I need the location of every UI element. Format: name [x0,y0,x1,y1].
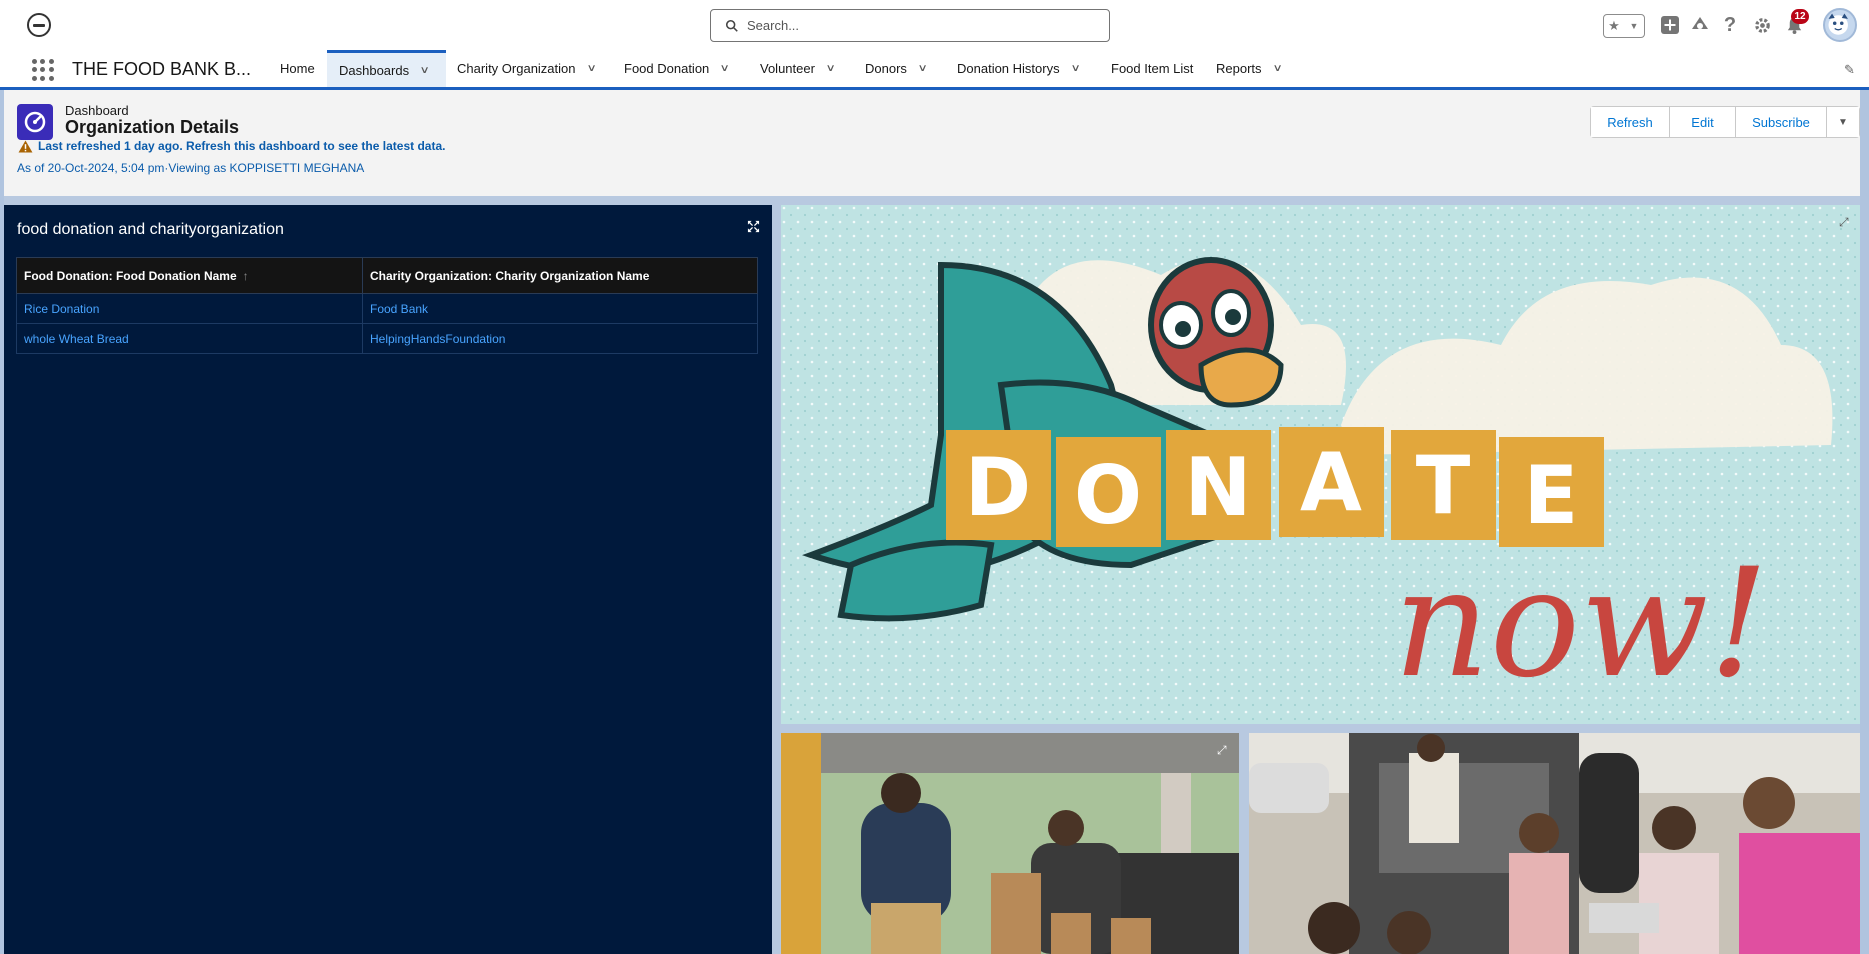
edit-nav-icon[interactable]: ✎ [1844,62,1855,78]
table-row: Rice Donation Food Bank [16,293,758,324]
report-table: Food Donation: Food Donation Name ↑ Chari… [16,257,758,354]
nav-item-home[interactable]: Home [268,50,327,87]
chevron-down-icon[interactable]: ∨ [917,63,927,74]
nav-item-label: Donors [865,61,907,76]
nav-item-label: Volunteer [760,61,815,76]
dashboard-icon [17,104,53,140]
chevron-down-icon[interactable]: ∨ [720,63,730,74]
donate-now-image: D O N A T E now! ⤢ [781,205,1860,724]
app-nav-bar: THE FOOD BANK B... Home Dashboards ∨ Char… [0,50,1869,90]
nav-item-volunteer[interactable]: Volunteer ∨ [748,50,846,87]
dashboard-header: Dashboard Organization Details Last refr… [4,90,1860,196]
refresh-warning: Last refreshed 1 day ago. Refresh this d… [18,139,445,153]
star-icon[interactable]: ★ [1604,15,1624,37]
nav-item-food-donation[interactable]: Food Donation ∨ [612,50,741,87]
sort-ascending-icon[interactable]: ↑ [243,269,249,283]
expand-icon[interactable]: ⤢ [1217,743,1227,758]
donate-letter: E [1524,449,1579,542]
nav-item-reports[interactable]: Reports ∨ [1204,50,1293,87]
donate-script-text: now! [1393,537,1769,711]
search-input[interactable] [747,18,1077,33]
global-header: ★ ▼ ? 12 [0,0,1869,50]
warning-text: Last refreshed 1 day ago. Refresh this d… [38,139,446,153]
nav-item-charity-organization[interactable]: Charity Organization ∨ [445,50,607,87]
chevron-down-icon[interactable]: ∨ [1272,63,1282,74]
chevron-down-icon[interactable]: ∨ [586,63,596,74]
donate-letter: O [1074,449,1142,542]
nav-item-label: Home [280,61,315,76]
org-logo[interactable] [27,13,51,37]
nav-item-donors[interactable]: Donors ∨ [853,50,938,87]
table-cell[interactable]: HelpingHandsFoundation [362,323,758,354]
favorites-dropdown-icon[interactable]: ▼ [1624,15,1644,37]
subscribe-button[interactable]: Subscribe [1736,107,1827,137]
nav-item-label: Food Donation [624,61,710,76]
table-row: whole Wheat Bread HelpingHandsFoundation [16,323,758,354]
column-header[interactable]: Charity Organization: Charity Organizati… [362,257,758,294]
as-of-text: As of 20-Oct-2024, 5:04 pm·Viewing as KO… [17,161,365,175]
dashboard-actions: Refresh Edit Subscribe ▼ [1590,106,1860,138]
table-widget: food donation and charityorganization Fo… [4,205,772,954]
chevron-down-icon[interactable]: ∨ [420,65,430,76]
favorites-button[interactable]: ★ ▼ [1603,14,1645,38]
donate-letter: A [1300,436,1362,529]
volunteer-photo: ⤢ [781,733,1239,954]
table-cell[interactable]: Rice Donation [16,293,363,324]
widget-title: food donation and charityorganization [17,221,284,238]
help-icon[interactable]: ? [1718,13,1742,37]
chevron-down-icon[interactable]: ∨ [1070,63,1080,74]
app-launcher-icon[interactable] [32,59,54,81]
warning-icon [18,139,33,153]
donate-letter: N [1185,441,1252,534]
nav-item-label: Reports [1216,61,1262,76]
nav-item-label: Donation Historys [957,61,1060,76]
more-actions-dropdown-icon[interactable]: ▼ [1827,107,1859,137]
donate-letter: T [1416,439,1471,532]
table-header-row: Food Donation: Food Donation Name ↑ Chari… [16,257,758,294]
search-icon [725,19,738,32]
nav-item-donation-historys[interactable]: Donation Historys ∨ [945,50,1091,87]
refresh-button[interactable]: Refresh [1591,107,1670,137]
avatar[interactable] [1823,8,1857,42]
column-header-label: Charity Organization: Charity Organizati… [370,268,650,283]
global-search[interactable] [710,9,1110,42]
dashboard-type-label: Dashboard [65,103,129,118]
nav-item-dashboards[interactable]: Dashboards ∨ [327,50,446,87]
column-header-label: Food Donation: Food Donation Name [24,268,237,283]
chevron-down-icon[interactable]: ∨ [825,63,835,74]
app-name: THE FOOD BANK B... [72,59,252,79]
trailhead-icon[interactable] [1688,13,1712,37]
record-link[interactable]: Rice Donation [24,302,99,316]
record-link[interactable]: Food Bank [370,302,428,316]
edit-button[interactable]: Edit [1670,107,1736,137]
expand-icon[interactable] [747,220,761,234]
global-actions-icon[interactable] [1658,13,1682,37]
nav-item-label: Charity Organization [457,61,576,76]
page-title: Organization Details [65,117,240,137]
expand-icon[interactable]: ⤢ [1839,215,1849,230]
record-link[interactable]: HelpingHandsFoundation [370,332,505,346]
nav-item-label: Dashboards [339,62,410,78]
notification-badge: 12 [1791,9,1809,24]
nav-item-food-item-list[interactable]: Food Item List [1099,50,1205,87]
donate-letter: D [965,441,1031,534]
record-link[interactable]: whole Wheat Bread [24,332,129,346]
children-photo [1249,733,1860,954]
table-cell[interactable]: whole Wheat Bread [16,323,363,354]
table-cell[interactable]: Food Bank [362,293,758,324]
gear-icon[interactable] [1750,13,1774,37]
column-header[interactable]: Food Donation: Food Donation Name ↑ [16,257,363,294]
nav-item-label: Food Item List [1111,61,1194,76]
